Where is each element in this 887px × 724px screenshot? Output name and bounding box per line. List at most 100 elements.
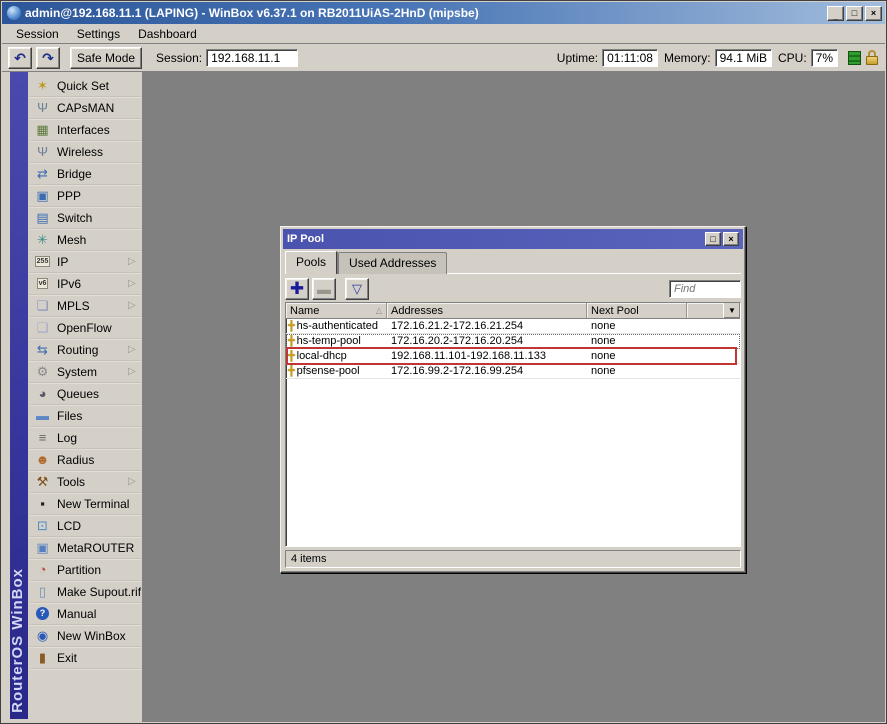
main-titlebar[interactable]: admin@192.168.11.1 (LAPING) - WinBox v6.… xyxy=(2,2,885,24)
cell-name: ╋pfsense-pool xyxy=(286,365,387,377)
sidebar-item-mpls[interactable]: ❏MPLS▷ xyxy=(30,295,142,317)
supout-icon: ▯ xyxy=(34,584,51,600)
pool-table: Name △ Addresses Next Pool ▼ ╋hs-authent… xyxy=(285,302,741,547)
sidebar-item-label: Exit xyxy=(57,651,138,665)
sidebar-item-files[interactable]: ▬Files xyxy=(30,405,142,427)
antenna-icon: Ψ xyxy=(34,100,51,116)
sidebar-item-lcd[interactable]: ⊡LCD xyxy=(30,515,142,537)
sidebar-item-mesh[interactable]: ✳Mesh xyxy=(30,229,142,251)
minimize-button[interactable]: _ xyxy=(827,6,844,21)
sidebar-item-label: IP xyxy=(57,255,122,269)
maximize-button[interactable]: □ xyxy=(846,6,863,21)
gear-icon: ⚙ xyxy=(34,364,51,380)
chevron-right-icon: ▷ xyxy=(128,366,138,377)
sidebar-item-label: New Terminal xyxy=(57,497,138,511)
sidebar-item-label: Manual xyxy=(57,607,138,621)
sidebar-item-ppp[interactable]: ▣PPP xyxy=(30,185,142,207)
sidebar-item-system[interactable]: ⚙System▷ xyxy=(30,361,142,383)
sidebar-item-label: Make Supout.rif xyxy=(57,585,141,599)
close-button[interactable]: × xyxy=(865,6,882,21)
brand-strip: RouterOS WinBox xyxy=(10,72,28,719)
ip-pool-title: IP Pool xyxy=(287,233,703,245)
sidebar-item-wireless[interactable]: ΨWireless xyxy=(30,141,142,163)
sidebar-item-make-supout-rif[interactable]: ▯ Make Supout.rif xyxy=(30,581,142,603)
sidebar-item-label: New WinBox xyxy=(57,629,138,643)
tab-pools[interactable]: Pools xyxy=(285,251,337,274)
sidebar-item-new-winbox[interactable]: ◉New WinBox xyxy=(30,625,142,647)
sidebar-item-label: Bridge xyxy=(57,167,138,181)
sidebar-item-metarouter[interactable]: ▣MetaROUTER xyxy=(30,537,142,559)
sidebar-item-capsman[interactable]: ΨCAPsMAN xyxy=(30,97,142,119)
sidebar-item-exit[interactable]: ▮Exit xyxy=(30,647,142,669)
sidebar-item-interfaces[interactable]: ▦Interfaces xyxy=(30,119,142,141)
cell-addresses: 172.16.99.2-172.16.99.254 xyxy=(387,365,587,377)
sidebar-item-label: Radius xyxy=(57,453,138,467)
sidebar-item-radius[interactable]: ☻Radius xyxy=(30,449,142,471)
redo-button[interactable]: ↷ xyxy=(36,47,60,69)
sidebar-item-new-terminal[interactable]: ▪New Terminal xyxy=(30,493,142,515)
pool-table-header: Name △ Addresses Next Pool ▼ xyxy=(286,303,740,319)
sidebar-item-manual[interactable]: ?Manual xyxy=(30,603,142,625)
sidebar-item-label: Interfaces xyxy=(57,123,138,137)
redo-icon: ↷ xyxy=(42,51,54,65)
sidebar-item-label: OpenFlow xyxy=(57,321,138,335)
cell-addresses: 172.16.20.2-172.16.20.254 xyxy=(387,335,587,347)
brand-text: RouterOS WinBox xyxy=(9,568,27,713)
cell-name: ╋hs-temp-pool xyxy=(286,335,387,347)
cell-name: ╋local-dhcp xyxy=(286,350,387,362)
filter-button[interactable]: ▽ xyxy=(345,278,369,300)
menu-session[interactable]: Session xyxy=(8,25,67,43)
tab-used-addresses[interactable]: Used Addresses xyxy=(338,252,447,274)
column-header-name[interactable]: Name △ xyxy=(286,303,387,318)
sidebar-item-bridge[interactable]: ⇄ Bridge xyxy=(30,163,142,185)
chevron-down-icon: ▼ xyxy=(728,306,736,315)
remove-pool-button[interactable]: ▬ xyxy=(312,278,336,300)
bridge-icon: ⇄ xyxy=(34,166,51,182)
winbox-application-window: admin@192.168.11.1 (LAPING) - WinBox v6.… xyxy=(0,0,887,724)
sidebar-item-switch[interactable]: ▤Switch xyxy=(30,207,142,229)
cell-addresses: 192.168.11.101-192.168.11.133 xyxy=(387,350,587,362)
minus-icon: ▬ xyxy=(317,282,331,296)
sidebar-item-routing[interactable]: ⇆Routing▷ xyxy=(30,339,142,361)
column-header-next-pool[interactable]: Next Pool xyxy=(587,303,687,318)
menubar: Session Settings Dashboard xyxy=(2,24,885,44)
sidebar-item-label: Files xyxy=(57,409,138,423)
find-input[interactable] xyxy=(669,280,741,298)
tools-icon: ⚒ xyxy=(34,474,51,490)
undo-button[interactable]: ↶ xyxy=(8,47,32,69)
sidebar-item-ipv6[interactable]: v6IPv6▷ xyxy=(30,273,142,295)
cell-addresses: 172.16.21.2-172.16.21.254 xyxy=(387,320,587,332)
sidebar-item-log[interactable]: ≡Log xyxy=(30,427,142,449)
item-count: 4 items xyxy=(291,553,326,565)
chevron-right-icon: ▷ xyxy=(128,256,138,267)
sidebar-item-ip[interactable]: 255IP▷ xyxy=(30,251,142,273)
ip-pool-maximize-button[interactable]: □ xyxy=(705,232,721,246)
menu-settings[interactable]: Settings xyxy=(69,25,128,43)
sidebar-item-quick-set[interactable]: ✶Quick Set xyxy=(30,75,142,97)
column-picker-button[interactable]: ▼ xyxy=(723,303,740,318)
sidebar-item-queues[interactable]: ◕Queues xyxy=(30,383,142,405)
ip-pool-tabs: Pools Used Addresses xyxy=(285,253,741,274)
sidebar-item-label: Routing xyxy=(57,343,122,357)
cell-next-pool: none xyxy=(587,320,687,332)
menu-dashboard[interactable]: Dashboard xyxy=(130,25,205,43)
safe-mode-button[interactable]: Safe Mode xyxy=(70,47,142,69)
table-row-local-dhcp[interactable]: ╋local-dhcp192.168.11.101-192.168.11.133… xyxy=(286,349,740,364)
sidebar-item-tools[interactable]: ⚒Tools▷ xyxy=(30,471,142,493)
table-row-pfsense-pool[interactable]: ╋pfsense-pool172.16.99.2-172.16.99.254no… xyxy=(286,364,740,379)
table-row-hs-temp-pool[interactable]: ╋hs-temp-pool172.16.20.2-172.16.20.254no… xyxy=(286,334,740,349)
undo-icon: ↶ xyxy=(14,51,26,65)
sidebar-item-partition[interactable]: ◔Partition xyxy=(30,559,142,581)
add-pool-button[interactable]: ✚ xyxy=(285,278,309,300)
cell-next-pool: none xyxy=(587,365,687,377)
ip-pool-close-button[interactable]: × xyxy=(723,232,739,246)
column-header-addresses[interactable]: Addresses xyxy=(387,303,587,318)
ip-pool-titlebar[interactable]: IP Pool □ × xyxy=(283,229,743,249)
ip-pool-item-icon: ╋ xyxy=(288,366,295,377)
table-row-hs-authenticated[interactable]: ╋hs-authenticated172.16.21.2-172.16.21.2… xyxy=(286,319,740,334)
pool-table-body: ╋hs-authenticated172.16.21.2-172.16.21.2… xyxy=(286,319,740,546)
chevron-right-icon: ▷ xyxy=(128,300,138,311)
session-field[interactable]: 192.168.11.1 xyxy=(206,49,298,67)
ip-pool-item-icon: ╋ xyxy=(288,321,295,332)
sidebar-item-openflow[interactable]: ❏OpenFlow xyxy=(30,317,142,339)
